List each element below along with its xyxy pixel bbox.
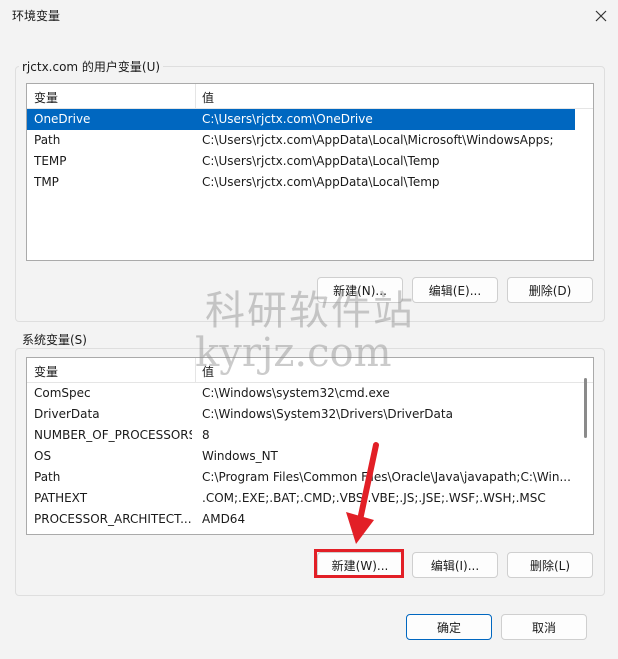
variable-value: C:\Windows\system32\cmd.exe [202,386,390,400]
variable-name: OS [34,449,52,463]
table-row[interactable]: ComSpec C:\Windows\system32\cmd.exe [27,383,593,404]
system-variables-list[interactable]: 变量 值 ComSpec C:\Windows\system32\cmd.exe… [26,357,594,535]
table-row[interactable]: OneDrive C:\Users\rjctx.com\OneDrive [27,109,575,130]
variable-name: NUMBER_OF_PROCESSORS [34,428,192,442]
variable-name: TMP [34,175,59,189]
variable-name: ComSpec [34,386,91,400]
watermark-url: kyrjz.com [195,330,392,376]
table-row[interactable]: TMP C:\Users\rjctx.com\AppData\Local\Tem… [27,172,593,193]
highlight-box [314,549,404,578]
variable-name: PATHEXT [34,491,88,505]
cancel-button[interactable]: 取消 [501,614,587,640]
column-header-value[interactable]: 值 [202,89,214,106]
close-icon [595,10,607,22]
table-row[interactable]: TEMP C:\Users\rjctx.com\AppData\Local\Te… [27,151,593,172]
scrollbar-thumb[interactable] [584,378,587,438]
ok-button[interactable]: 确定 [406,614,492,640]
window-title: 环境变量 [12,9,61,23]
variable-name: PROCESSOR_ARCHITECT... [34,512,192,526]
title-bar: 环境变量 [0,0,618,30]
system-variables-label: 系统变量(S) [19,331,90,348]
close-button[interactable] [588,5,614,27]
variable-name: OneDrive [34,112,91,126]
variable-name: Path [34,470,61,484]
table-row[interactable]: NUMBER_OF_PROCESSORS 8 [27,425,593,446]
watermark-text: 科研软件站 [205,288,415,334]
variable-name: Path [34,133,61,147]
variable-name: DriverData [34,407,100,421]
user-delete-button[interactable]: 删除(D) [507,277,593,303]
arrow-annotation-icon [346,442,379,544]
variable-value: C:\Users\rjctx.com\AppData\Local\Temp [202,154,440,168]
column-divider[interactable] [195,84,196,108]
system-edit-button[interactable]: 编辑(I)... [412,552,498,578]
list-header: 变量 值 [27,84,593,109]
table-row[interactable]: DriverData C:\Windows\System32\Drivers\D… [27,404,593,425]
table-row[interactable]: OS Windows_NT [27,446,593,467]
variable-value: C:\Users\rjctx.com\OneDrive [202,112,373,126]
column-header-variable[interactable]: 变量 [34,363,58,380]
variable-value: C:\Users\rjctx.com\AppData\Local\Temp [202,175,440,189]
user-variables-list[interactable]: 变量 值 OneDrive C:\Users\rjctx.com\OneDriv… [26,83,594,261]
table-row[interactable]: PATHEXT .COM;.EXE;.BAT;.CMD;.VBS;.VBE;.J… [27,488,593,509]
table-row[interactable]: Path C:\Program Files\Common Files\Oracl… [27,467,593,488]
user-variables-label: rjctx.com 的用户变量(U) [19,58,164,75]
column-header-variable[interactable]: 变量 [34,89,58,106]
table-row[interactable]: Path C:\Users\rjctx.com\AppData\Local\Mi… [27,130,593,151]
system-delete-button[interactable]: 删除(L) [507,552,593,578]
variable-name: TEMP [34,154,67,168]
variable-value: C:\Windows\System32\Drivers\DriverData [202,407,453,421]
user-edit-button[interactable]: 编辑(E)... [412,277,498,303]
variable-value: C:\Users\rjctx.com\AppData\Local\Microso… [202,133,554,147]
table-row[interactable]: PROCESSOR_ARCHITECT... AMD64 [27,509,593,530]
